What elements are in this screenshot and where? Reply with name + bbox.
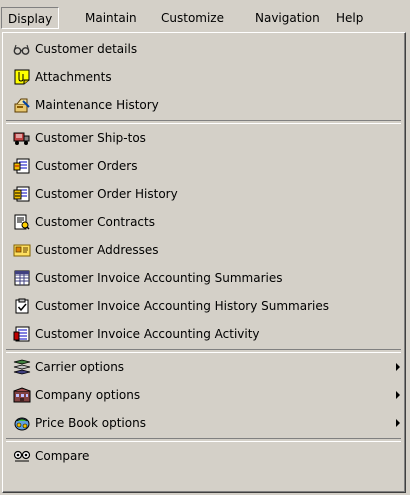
menu-display[interactable]: Display [1,7,60,29]
compare-icon [13,448,31,464]
menu-item-carrier-options[interactable]: Carrier options [5,353,402,381]
address-card-icon [13,242,31,258]
menu-item-label: Attachments [35,70,112,84]
menu-item-label: Customer Invoice Accounting Summaries [35,271,283,285]
menu-item-label: Customer details [35,42,138,56]
invoice-summary-icon [13,270,31,286]
menu-item-label: Customer Ship-tos [35,131,146,145]
glasses-icon [13,41,31,57]
attachment-note-icon [13,69,31,85]
menu-item-customer-ship-tos[interactable]: Customer Ship-tos [5,124,402,152]
company-icon [13,387,31,403]
order-history-icon [13,186,31,202]
price-book-icon [13,415,31,431]
menu-item-label: Price Book options [35,416,146,430]
menu-navigation[interactable]: Navigation [249,7,326,29]
invoice-activity-icon [13,326,31,342]
submenu-arrow-icon [396,363,400,371]
display-dropdown-menu: Customer details Attachments Maintenance… [2,32,406,493]
menu-item-customer-orders[interactable]: Customer Orders [5,152,402,180]
menu-item-company-options[interactable]: Company options [5,381,402,409]
menu-item-invoice-accounting-summaries[interactable]: Customer Invoice Accounting Summaries [5,264,402,292]
menu-item-customer-addresses[interactable]: Customer Addresses [5,236,402,264]
menu-item-label: Customer Order History [35,187,178,201]
menu-item-attachments[interactable]: Attachments [5,63,402,91]
menu-item-invoice-accounting-activity[interactable]: Customer Invoice Accounting Activity [5,320,402,348]
menu-item-label: Compare [35,449,90,463]
menu-item-label: Maintenance History [35,98,159,112]
menu-item-label: Carrier options [35,360,125,374]
menu-help[interactable]: Help [330,7,369,29]
menu-item-label: Customer Orders [35,159,138,173]
menu-item-maintenance-history[interactable]: Maintenance History [5,91,402,119]
menu-item-label: Customer Invoice Accounting History Summ… [35,299,330,313]
carrier-icon [13,359,31,375]
menu-item-label: Customer Addresses [35,243,159,257]
menu-item-invoice-accounting-history-summaries[interactable]: Customer Invoice Accounting History Summ… [5,292,402,320]
menu-item-customer-contracts[interactable]: Customer Contracts [5,208,402,236]
submenu-arrow-icon [396,391,400,399]
menu-bar: Display Maintain Customize Navigation He… [0,0,410,34]
menu-item-customer-details[interactable]: Customer details [5,35,402,63]
menu-item-compare[interactable]: Compare [5,442,402,470]
menu-item-label: Company options [35,388,141,402]
menu-item-label: Customer Contracts [35,215,155,229]
maintenance-history-icon [13,97,31,113]
submenu-arrow-icon [396,419,400,427]
ship-to-truck-icon [13,130,31,146]
contract-document-icon [13,214,31,230]
menu-item-customer-order-history[interactable]: Customer Order History [5,180,402,208]
dropdown-frame: Customer details Attachments Maintenance… [3,33,405,492]
menu-item-label: Customer Invoice Accounting Activity [35,327,260,341]
menu-maintain[interactable]: Maintain [79,7,143,29]
customer-orders-icon [13,158,31,174]
menu-item-price-book-options[interactable]: Price Book options [5,409,402,437]
menu-customize[interactable]: Customize [155,7,230,29]
checkbox-history-icon [13,298,31,314]
